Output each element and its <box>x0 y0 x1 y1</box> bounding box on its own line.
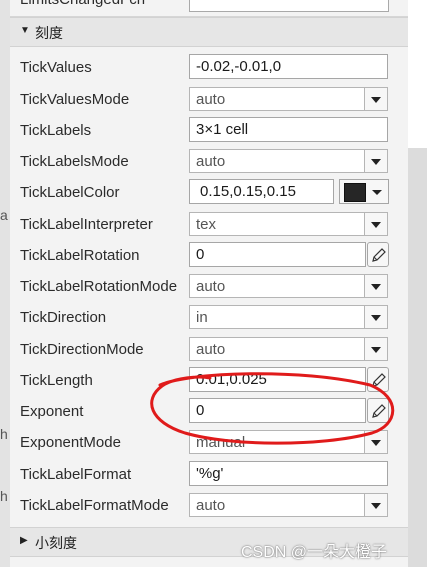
section-ticks-header[interactable]: ▼ 刻度 <box>10 17 408 47</box>
clipped-glyph: h <box>0 488 8 504</box>
chevron-down-icon[interactable] <box>364 431 387 453</box>
property-name: TickValues <box>20 59 92 76</box>
chevron-down-icon[interactable] <box>364 275 387 297</box>
chevron-down-icon[interactable] <box>364 150 387 172</box>
pencil-icon[interactable] <box>367 367 389 392</box>
chevron-down-icon[interactable] <box>364 306 387 328</box>
tick-length-field[interactable]: 0.01,0.025 <box>189 367 366 392</box>
chevron-down-icon[interactable] <box>364 494 387 516</box>
property-row-tick-values-mode: TickValuesMode auto <box>10 84 408 115</box>
selected-value: auto <box>196 91 226 108</box>
property-name: ExponentMode <box>20 434 121 451</box>
selected-value: auto <box>196 497 226 514</box>
tick-direction-dropdown[interactable]: in <box>189 305 388 329</box>
color-swatch <box>344 183 366 202</box>
property-name: TickLabelInterpreter <box>20 216 153 233</box>
property-name: TickLabelFormat <box>20 466 132 483</box>
pencil-icon[interactable] <box>367 398 389 423</box>
tick-labels-mode-dropdown[interactable]: auto <box>189 149 388 173</box>
tick-labels-field[interactable]: 3×1 cell <box>189 117 388 142</box>
property-name: TickLabelRotation <box>20 247 140 264</box>
clipped-glyph: h <box>0 426 8 442</box>
section-title: 刻度 <box>35 25 63 41</box>
property-row-tick-direction: TickDirection in <box>10 302 408 333</box>
property-name: TickLabelFormatMode <box>20 497 169 514</box>
property-row-tick-labels: TickLabels 3×1 cell <box>10 115 408 146</box>
property-row-exponent-mode: ExponentMode manual <box>10 427 408 458</box>
property-row-tick-label-interpreter: TickLabelInterpreter tex <box>10 209 408 240</box>
property-row-tick-label-rotation-mode: TickLabelRotationMode auto <box>10 271 408 302</box>
property-row-tick-label-format-mode: TickLabelFormatMode auto <box>10 490 408 521</box>
property-name: TickLabels <box>20 122 92 139</box>
section-title: 小刻度 <box>35 535 77 551</box>
property-name: TickLabelColor <box>20 184 120 201</box>
selected-value: in <box>196 309 208 326</box>
chevron-down-icon <box>372 190 382 195</box>
tick-label-rotation-field[interactable]: 0 <box>189 242 366 267</box>
exponent-field[interactable]: 0 <box>189 398 366 423</box>
property-row-tick-direction-mode: TickDirectionMode auto <box>10 334 408 365</box>
pencil-icon[interactable] <box>367 242 389 267</box>
tick-direction-mode-dropdown[interactable]: auto <box>189 337 388 361</box>
property-name: TickValuesMode <box>20 91 130 108</box>
selected-value: tex <box>196 216 217 233</box>
property-name: TickDirectionMode <box>20 341 144 358</box>
property-value-field[interactable] <box>189 0 389 12</box>
tick-label-color-field[interactable]: 0.15,0.15,0.15 <box>189 179 334 204</box>
triangle-right-icon: ▶ <box>20 535 28 546</box>
property-name: LimitsChangedFcn <box>20 0 145 8</box>
triangle-down-icon: ▼ <box>20 25 30 36</box>
scrollbar[interactable] <box>408 0 427 567</box>
property-name: Exponent <box>20 403 84 420</box>
property-inspector: LimitsChangedFcn ▼ 刻度 TickValues -0.02,-… <box>10 0 408 567</box>
property-row-limits-changed-fcn: LimitsChangedFcn <box>10 0 408 17</box>
clipped-glyph: a <box>0 207 8 223</box>
scrollbar-track <box>408 0 427 148</box>
property-row-tick-values: TickValues -0.02,-0.01,0 <box>10 52 408 83</box>
property-row-tick-label-rotation: TickLabelRotation 0 <box>10 240 408 271</box>
property-row-exponent: Exponent 0 <box>10 396 408 427</box>
tick-label-interpreter-dropdown[interactable]: tex <box>189 212 388 236</box>
property-name: TickLength <box>20 372 93 389</box>
property-name: TickLabelRotationMode <box>20 278 178 295</box>
tick-label-format-field[interactable]: '%g' <box>189 461 388 486</box>
exponent-mode-dropdown[interactable]: manual <box>189 430 388 454</box>
property-row-tick-length: TickLength 0.01,0.025 <box>10 365 408 396</box>
property-row-tick-label-format: TickLabelFormat '%g' <box>10 459 408 490</box>
tick-values-mode-dropdown[interactable]: auto <box>189 87 388 111</box>
selected-value: auto <box>196 278 226 295</box>
selected-value: auto <box>196 341 226 358</box>
property-name: TickLabelsMode <box>20 153 129 170</box>
chevron-down-icon[interactable] <box>364 338 387 360</box>
tick-values-field[interactable]: -0.02,-0.01,0 <box>189 54 388 79</box>
tick-label-format-mode-dropdown[interactable]: auto <box>189 493 388 517</box>
chevron-down-icon[interactable] <box>364 88 387 110</box>
scrollbar-thumb[interactable] <box>408 148 427 567</box>
chevron-down-icon[interactable] <box>364 213 387 235</box>
property-name: TickDirection <box>20 309 107 326</box>
selected-value: auto <box>196 153 226 170</box>
property-row-tick-label-color: TickLabelColor 0.15,0.15,0.15 <box>10 177 408 208</box>
selected-value: manual <box>196 434 246 451</box>
watermark: CSDN @一朵大橙子 <box>241 544 388 561</box>
property-row-tick-labels-mode: TickLabelsMode auto <box>10 146 408 177</box>
color-picker-button[interactable] <box>339 179 389 204</box>
tick-label-rotation-mode-dropdown[interactable]: auto <box>189 274 388 298</box>
